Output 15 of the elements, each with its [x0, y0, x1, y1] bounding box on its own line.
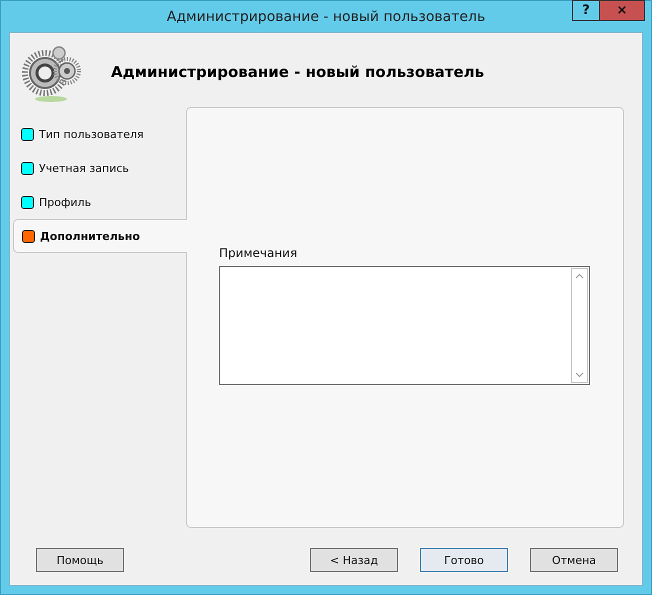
- header-title: Администрирование - новый пользователь: [111, 63, 484, 81]
- notes-label: Примечания: [219, 246, 298, 260]
- scrollbar[interactable]: [571, 268, 588, 383]
- window-title: Администрирование - новый пользователь: [166, 8, 486, 24]
- help-button[interactable]: ?: [572, 0, 599, 21]
- step-tab[interactable]: Тип пользователя: [13, 117, 186, 151]
- step-tab[interactable]: Учетная запись: [13, 151, 186, 185]
- dialog-button[interactable]: Помощь: [36, 548, 124, 572]
- dialog-button[interactable]: < Назад: [310, 548, 398, 572]
- step-tab[interactable]: Дополнительно: [13, 219, 187, 253]
- notes-field[interactable]: [219, 266, 590, 385]
- dialog-button[interactable]: Готово: [420, 548, 508, 572]
- step-tab[interactable]: Профиль: [13, 185, 186, 219]
- close-button[interactable]: ×: [599, 0, 645, 21]
- dialog-button[interactable]: Отмена: [530, 548, 618, 572]
